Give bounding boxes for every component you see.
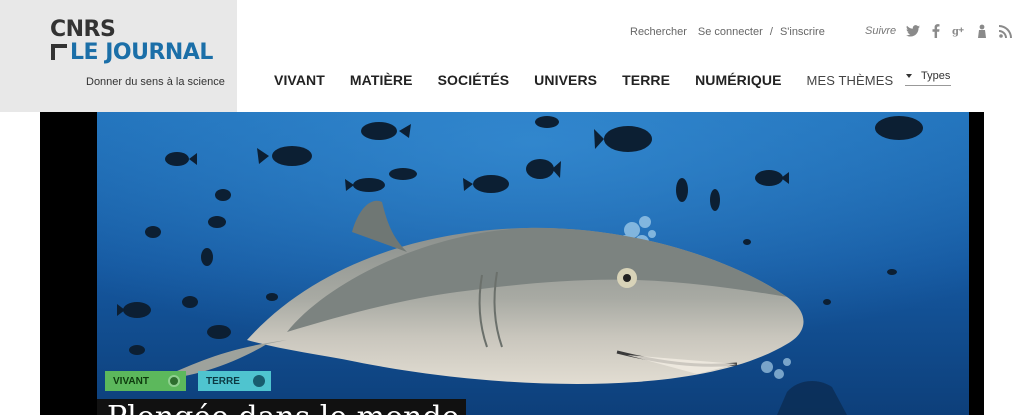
shark-photo-illustration [97,112,969,415]
main-nav: VIVANT MATIÈRE SOCIÉTÉS UNIVERS TERRE NU… [274,72,893,88]
tag-vivant-label: VIVANT [113,375,149,387]
tag-terre[interactable]: TERRE [198,371,271,391]
utility-separator: / [769,26,773,38]
types-label: Types [921,69,951,82]
logo-cnrs-text: CNRS [50,17,116,42]
nav-item-mes-themes[interactable]: MES THÈMES [807,73,894,88]
page: CNRS LE JOURNAL Donner du sens à la scie… [0,0,1024,415]
logo-journal-text: LE JOURNAL [70,40,213,65]
utility-links: Rechercher Se connecter / S'inscrire [630,26,825,38]
google-plus-icon[interactable]: g [952,24,966,38]
person-icon[interactable] [975,24,989,38]
facebook-icon[interactable] [929,24,943,38]
login-link[interactable]: Se connecter [698,26,763,38]
site-logo[interactable]: CNRS LE JOURNAL Donner du sens à la scie… [0,0,237,112]
types-dropdown[interactable]: Types [905,66,951,86]
caret-down-icon [906,73,912,78]
logo-mark-icon [51,44,67,60]
hero-banner[interactable] [40,112,984,415]
search-link[interactable]: Rechercher [630,26,687,38]
logo-tagline: Donner du sens à la science [86,76,225,88]
nav-item-univers[interactable]: UNIVERS [534,72,597,88]
nav-item-matiere[interactable]: MATIÈRE [350,72,413,88]
nav-item-vivant[interactable]: VIVANT [274,72,325,88]
nav-item-terre[interactable]: TERRE [622,72,670,88]
rss-icon[interactable] [998,24,1012,38]
hero-headline[interactable]: Plongée dans le monde [97,399,466,415]
tag-terre-dot-icon [253,375,265,387]
tag-terre-label: TERRE [206,375,240,387]
tag-vivant[interactable]: VIVANT [105,371,186,391]
hero-image[interactable] [97,112,969,415]
nav-item-societes[interactable]: SOCIÉTÉS [438,72,510,88]
signup-link[interactable]: S'inscrire [780,26,825,38]
svg-text:g: g [952,27,959,38]
tag-vivant-dot-icon [168,375,180,387]
twitter-icon[interactable] [906,24,921,38]
social-links: Suivre g [865,24,1021,38]
follow-label: Suivre [865,25,897,37]
hero-headline-text: Plongée dans le monde [107,403,459,415]
nav-item-numerique[interactable]: NUMÉRIQUE [695,72,781,88]
